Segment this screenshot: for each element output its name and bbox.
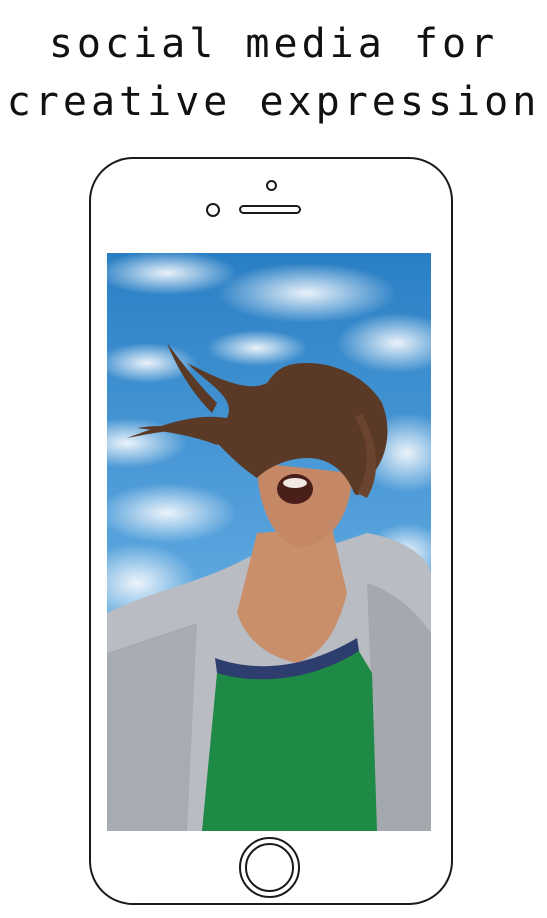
headline-line-2: creative expression: [6, 79, 541, 125]
speaker-grille-icon: [239, 205, 301, 214]
front-camera-icon: [206, 203, 220, 217]
proximity-sensor-icon: [266, 180, 277, 191]
headline-line-1: social media for: [48, 21, 499, 67]
home-button[interactable]: [239, 837, 300, 898]
home-button-icon: [245, 843, 294, 892]
phone-screen-photo: [107, 253, 431, 831]
